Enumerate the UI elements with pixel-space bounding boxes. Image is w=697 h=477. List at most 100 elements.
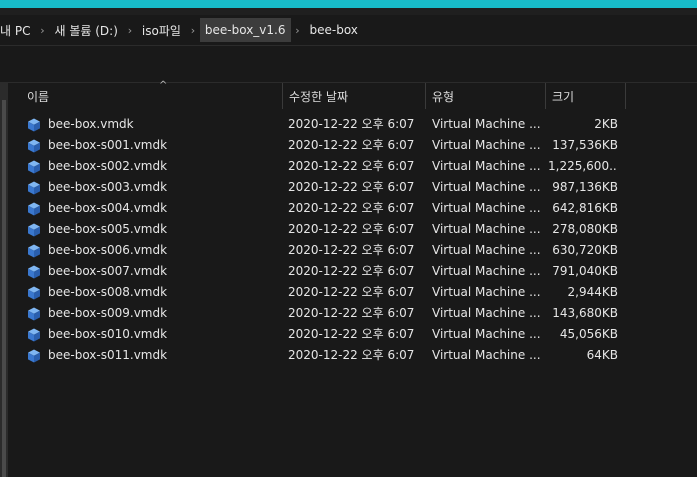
file-name-cell: bee-box-s007.vmdk — [27, 261, 277, 282]
vmdk-file-icon — [27, 286, 48, 300]
vmdk-file-icon — [27, 349, 48, 363]
file-type: Virtual Machine ... — [432, 180, 541, 194]
file-size: 278,080KB — [552, 222, 618, 236]
column-header-date[interactable]: 수정한 날짜 — [283, 83, 426, 109]
file-size: 45,056KB — [559, 327, 618, 341]
file-name-cell: bee-box-s002.vmdk — [27, 156, 277, 177]
file-date: 2020-12-22 오후 6:07 — [288, 159, 415, 173]
file-type: Virtual Machine ... — [432, 306, 541, 320]
file-date: 2020-12-22 오후 6:07 — [288, 348, 415, 362]
file-type: Virtual Machine ... — [432, 201, 541, 215]
file-size: 2KB — [594, 117, 618, 131]
file-name-cell: bee-box.vmdk — [27, 114, 277, 135]
breadcrumb-item-drive-d[interactable]: 새 볼륨 (D:) — [49, 18, 122, 42]
vmdk-file-icon — [27, 265, 48, 279]
file-name: bee-box-s001.vmdk — [48, 138, 168, 152]
file-date: 2020-12-22 오후 6:07 — [288, 285, 415, 299]
file-name-cell: bee-box-s006.vmdk — [27, 240, 277, 261]
file-row[interactable]: bee-box-s001.vmdk 2020-12-22 오후 6:07 Virtu… — [8, 135, 697, 156]
file-name: bee-box-s008.vmdk — [48, 285, 168, 299]
file-name-cell: bee-box-s011.vmdk — [27, 345, 277, 366]
file-name: bee-box-s005.vmdk — [48, 222, 168, 236]
file-row[interactable]: bee-box-s010.vmdk 2020-12-22 오후 6:07 Virtu… — [8, 324, 697, 345]
file-size: 987,136KB — [552, 180, 618, 194]
file-size: 143,680KB — [552, 306, 618, 320]
window-accent-strip — [0, 0, 697, 8]
file-type: Virtual Machine ... — [432, 222, 541, 236]
file-type: Virtual Machine ... — [432, 327, 541, 341]
file-date: 2020-12-22 오후 6:07 — [288, 222, 415, 236]
vmdk-file-icon — [27, 118, 48, 132]
file-type: Virtual Machine ... — [432, 159, 541, 173]
file-row[interactable]: bee-box-s006.vmdk 2020-12-22 오후 6:07 Virtu… — [8, 240, 697, 261]
vmdk-file-icon — [27, 139, 48, 153]
file-row[interactable]: bee-box-s005.vmdk 2020-12-22 오후 6:07 Virtu… — [8, 219, 697, 240]
file-name-cell: bee-box-s009.vmdk — [27, 303, 277, 324]
column-header-date-label: 수정한 날짜 — [289, 89, 349, 104]
file-size: 2,944KB — [567, 285, 618, 299]
file-name: bee-box-s007.vmdk — [48, 264, 168, 278]
vmdk-file-icon — [27, 307, 48, 321]
file-name: bee-box-s010.vmdk — [48, 327, 168, 341]
file-type: Virtual Machine ... — [432, 243, 541, 257]
window-strip-shadow — [0, 8, 697, 15]
file-row[interactable]: bee-box-s008.vmdk 2020-12-22 오후 6:07 Virtu… — [8, 282, 697, 303]
file-name: bee-box-s004.vmdk — [48, 201, 168, 215]
file-size: 64KB — [586, 348, 618, 362]
breadcrumb-item-iso-folder[interactable]: iso파일 — [137, 18, 186, 42]
file-row[interactable]: bee-box-s011.vmdk 2020-12-22 오후 6:07 Virtu… — [8, 345, 697, 366]
column-header-name[interactable]: 이름 ^ — [21, 80, 283, 109]
navigation-pane-scrollbar[interactable] — [0, 83, 8, 477]
file-name-cell: bee-box-s008.vmdk — [27, 282, 277, 303]
file-row[interactable]: bee-box-s004.vmdk 2020-12-22 오후 6:07 Virtu… — [8, 198, 697, 219]
file-date: 2020-12-22 오후 6:07 — [288, 117, 415, 131]
file-size: 642,816KB — [552, 201, 618, 215]
file-list-view: 이름 ^ 수정한 날짜 유형 크기 bee-box.vmdk 2020-12-22… — [8, 80, 697, 477]
column-header-type[interactable]: 유형 — [426, 83, 546, 109]
vmdk-file-icon — [27, 160, 48, 174]
chevron-right-icon[interactable]: › — [123, 18, 137, 42]
file-list: bee-box.vmdk 2020-12-22 오후 6:07 Virtual Ma… — [8, 114, 697, 366]
file-row[interactable]: bee-box-s007.vmdk 2020-12-22 오후 6:07 Virtu… — [8, 261, 697, 282]
file-date: 2020-12-22 오후 6:07 — [288, 243, 415, 257]
chevron-right-icon[interactable]: › — [186, 18, 200, 42]
sort-ascending-icon: ^ — [159, 80, 168, 91]
file-row[interactable]: bee-box.vmdk 2020-12-22 오후 6:07 Virtual Ma… — [8, 114, 697, 135]
file-name-cell: bee-box-s001.vmdk — [27, 135, 277, 156]
breadcrumb-item-bee-box-v1-6[interactable]: bee-box_v1.6 — [199, 18, 291, 42]
vmdk-file-icon — [27, 202, 48, 216]
file-name: bee-box-s003.vmdk — [48, 180, 168, 194]
file-type: Virtual Machine ... — [432, 138, 541, 152]
file-name: bee-box-s011.vmdk — [48, 348, 168, 362]
chevron-right-icon[interactable]: › — [35, 18, 49, 42]
file-date: 2020-12-22 오후 6:07 — [288, 264, 415, 278]
file-type: Virtual Machine ... — [432, 264, 541, 278]
scrollbar-thumb[interactable] — [2, 100, 6, 477]
file-size: 1,225,600... — [548, 159, 618, 173]
file-name-cell: bee-box-s005.vmdk — [27, 219, 277, 240]
file-row[interactable]: bee-box-s009.vmdk 2020-12-22 오후 6:07 Virtu… — [8, 303, 697, 324]
breadcrumb-item-bee-box[interactable]: bee-box — [305, 18, 363, 42]
file-name-cell: bee-box-s010.vmdk — [27, 324, 277, 345]
file-name: bee-box-s009.vmdk — [48, 306, 168, 320]
file-name: bee-box-s002.vmdk — [48, 159, 168, 173]
file-size: 630,720KB — [552, 243, 618, 257]
vmdk-file-icon — [27, 223, 48, 237]
file-type: Virtual Machine ... — [432, 348, 541, 362]
file-row[interactable]: bee-box-s003.vmdk 2020-12-22 오후 6:07 Virtu… — [8, 177, 697, 198]
chevron-right-icon[interactable]: › — [291, 18, 305, 42]
toolbar-area — [0, 46, 697, 83]
address-bar[interactable]: 내 PC › 새 볼륨 (D:) › iso파일 › bee-box_v1.6 … — [0, 15, 697, 46]
file-name: bee-box.vmdk — [48, 117, 134, 131]
breadcrumb-item-this-pc[interactable]: 내 PC — [0, 18, 35, 42]
column-header-size[interactable]: 크기 — [546, 83, 626, 109]
file-name-cell: bee-box-s003.vmdk — [27, 177, 277, 198]
vmdk-file-icon — [27, 328, 48, 342]
file-date: 2020-12-22 오후 6:07 — [288, 201, 415, 215]
vmdk-file-icon — [27, 181, 48, 195]
file-name-cell: bee-box-s004.vmdk — [27, 198, 277, 219]
file-date: 2020-12-22 오후 6:07 — [288, 306, 415, 320]
column-header-row: 이름 ^ 수정한 날짜 유형 크기 — [8, 80, 697, 109]
file-row[interactable]: bee-box-s002.vmdk 2020-12-22 오후 6:07 Virtu… — [8, 156, 697, 177]
file-date: 2020-12-22 오후 6:07 — [288, 180, 415, 194]
